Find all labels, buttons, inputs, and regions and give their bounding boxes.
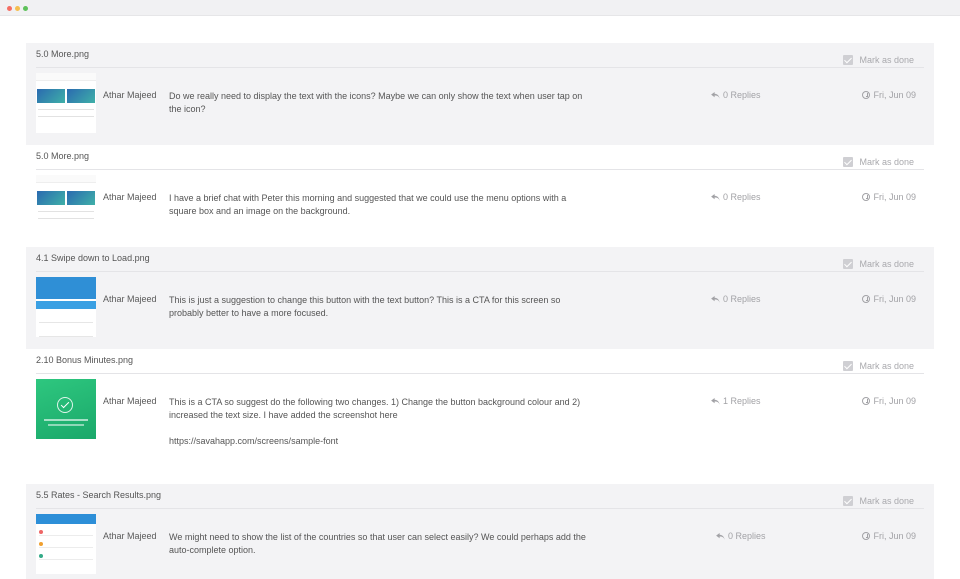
- clock-icon: [862, 397, 871, 405]
- screen-thumbnail[interactable]: [36, 514, 96, 574]
- date-text: Fri, Jun 09: [873, 531, 916, 541]
- mark-as-done-toggle[interactable]: Mark as done: [843, 55, 914, 65]
- comment-list: 5.0 More.png Mark as done Athar Majeed D…: [26, 43, 934, 579]
- checkbox-icon[interactable]: [843, 361, 854, 371]
- comment-text: We might need to show the list of the co…: [169, 531, 589, 557]
- author-name: Athar Majeed: [103, 90, 157, 100]
- mark-as-done-toggle[interactable]: Mark as done: [843, 157, 914, 167]
- divider: [36, 271, 924, 272]
- comment-date: Fri, Jun 09: [862, 531, 916, 541]
- reply-icon: [711, 295, 720, 303]
- screen-thumbnail[interactable]: [36, 277, 96, 337]
- divider: [36, 373, 924, 374]
- comment-item: 2.10 Bonus Minutes.png Mark as done Atha…: [26, 349, 934, 484]
- comment-text: This is just a suggestion to change this…: [169, 294, 589, 320]
- file-title[interactable]: 5.5 Rates - Search Results.png: [36, 490, 161, 500]
- reply-icon: [711, 193, 720, 201]
- replies-count: 0 Replies: [723, 294, 761, 304]
- mark-as-done-toggle[interactable]: Mark as done: [843, 361, 914, 371]
- comment-body: I have a brief chat with Peter this morn…: [169, 193, 567, 216]
- comment-date: Fri, Jun 09: [862, 396, 916, 406]
- replies-count: 0 Replies: [723, 192, 761, 202]
- comment-body: We might need to show the list of the co…: [169, 532, 586, 555]
- comment-text: Do we really need to display the text wi…: [169, 90, 589, 116]
- comment-body: This is just a suggestion to change this…: [169, 295, 561, 318]
- mark-as-done-label: Mark as done: [859, 496, 914, 506]
- divider: [36, 169, 924, 170]
- comment-body: Do we really need to display the text wi…: [169, 91, 583, 114]
- comment-date: Fri, Jun 09: [862, 294, 916, 304]
- comment-text: This is a CTA so suggest do the followin…: [169, 396, 589, 448]
- comment-date: Fri, Jun 09: [862, 90, 916, 100]
- checkbox-icon[interactable]: [843, 55, 854, 65]
- file-title[interactable]: 2.10 Bonus Minutes.png: [36, 355, 133, 365]
- checkbox-icon[interactable]: [843, 157, 854, 167]
- author-name: Athar Majeed: [103, 396, 157, 406]
- comment-link[interactable]: https://savahapp.com/screens/sample-font: [169, 435, 589, 448]
- reply-icon: [711, 397, 720, 405]
- date-text: Fri, Jun 09: [873, 294, 916, 304]
- replies-link[interactable]: 0 Replies: [716, 531, 766, 541]
- date-text: Fri, Jun 09: [873, 90, 916, 100]
- window-titlebar: [0, 0, 960, 16]
- replies-link[interactable]: 0 Replies: [711, 192, 761, 202]
- mark-as-done-label: Mark as done: [859, 55, 914, 65]
- clock-icon: [862, 532, 871, 540]
- mark-as-done-toggle[interactable]: Mark as done: [843, 259, 914, 269]
- comment-text: I have a brief chat with Peter this morn…: [169, 192, 589, 218]
- comment-date: Fri, Jun 09: [862, 192, 916, 202]
- file-title[interactable]: 5.0 More.png: [36, 49, 89, 59]
- file-title[interactable]: 4.1 Swipe down to Load.png: [36, 253, 150, 263]
- maximize-window-button[interactable]: [23, 6, 28, 11]
- file-title[interactable]: 5.0 More.png: [36, 151, 89, 161]
- replies-count: 0 Replies: [723, 90, 761, 100]
- clock-icon: [862, 193, 871, 201]
- reply-icon: [716, 532, 725, 540]
- date-text: Fri, Jun 09: [873, 192, 916, 202]
- close-window-button[interactable]: [7, 6, 12, 11]
- clock-icon: [862, 91, 871, 99]
- author-name: Athar Majeed: [103, 192, 157, 202]
- comment-item: 4.1 Swipe down to Load.png Mark as done …: [26, 247, 934, 349]
- author-name: Athar Majeed: [103, 531, 157, 541]
- clock-icon: [862, 295, 871, 303]
- minimize-window-button[interactable]: [15, 6, 20, 11]
- mark-as-done-toggle[interactable]: Mark as done: [843, 496, 914, 506]
- replies-link[interactable]: 0 Replies: [711, 90, 761, 100]
- reply-icon: [711, 91, 720, 99]
- comment-body: This is a CTA so suggest do the followin…: [169, 397, 581, 420]
- replies-count: 0 Replies: [728, 531, 766, 541]
- screen-thumbnail[interactable]: [36, 379, 96, 439]
- checkbox-icon[interactable]: [843, 259, 854, 269]
- mark-as-done-label: Mark as done: [859, 157, 914, 167]
- screen-thumbnail[interactable]: [36, 73, 96, 133]
- comment-item: 5.0 More.png Mark as done Athar Majeed I…: [26, 145, 934, 247]
- replies-link[interactable]: 0 Replies: [711, 294, 761, 304]
- comment-item: 5.0 More.png Mark as done Athar Majeed D…: [26, 43, 934, 145]
- divider: [36, 67, 924, 68]
- author-name: Athar Majeed: [103, 294, 157, 304]
- divider: [36, 508, 924, 509]
- replies-link[interactable]: 1 Replies: [711, 396, 761, 406]
- mark-as-done-label: Mark as done: [859, 361, 914, 371]
- date-text: Fri, Jun 09: [873, 396, 916, 406]
- replies-count: 1 Replies: [723, 396, 761, 406]
- screen-thumbnail[interactable]: [36, 175, 96, 235]
- comment-item: 5.5 Rates - Search Results.png Mark as d…: [26, 484, 934, 579]
- mark-as-done-label: Mark as done: [859, 259, 914, 269]
- checkbox-icon[interactable]: [843, 496, 854, 506]
